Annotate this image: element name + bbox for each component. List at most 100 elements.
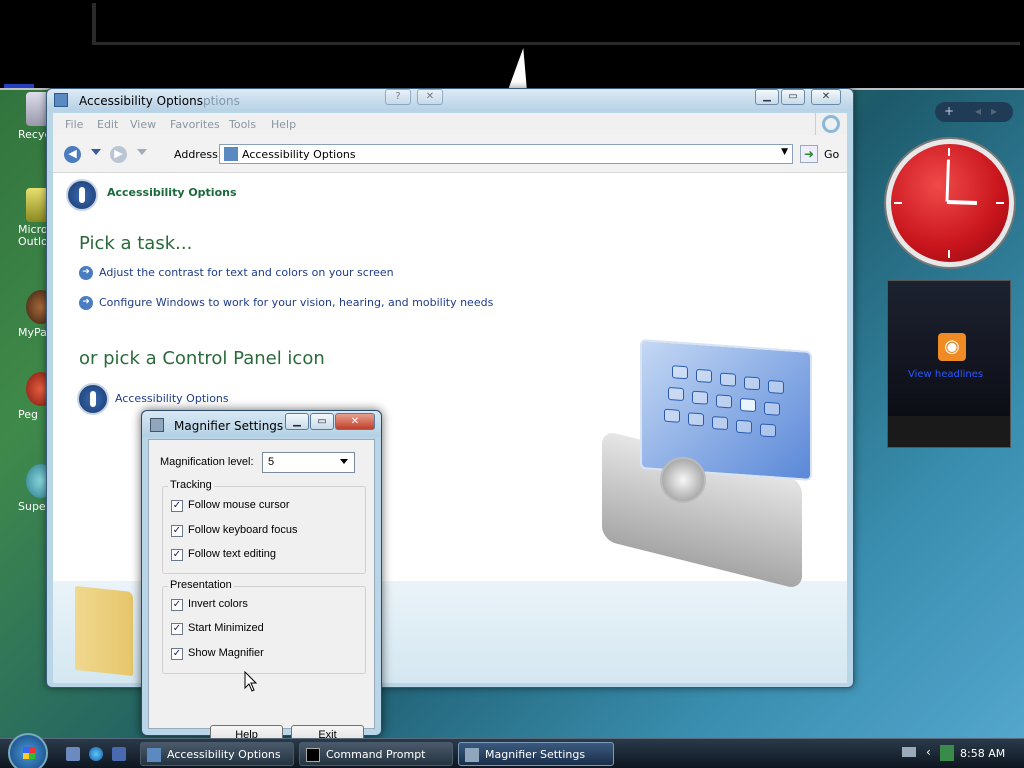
start-button[interactable] (8, 733, 48, 768)
desktop-icon-label: MyPa (18, 326, 47, 339)
control-panel-icon (147, 748, 161, 762)
task-link-text: Adjust the contrast for text and colors … (99, 266, 394, 279)
back-button[interactable]: ◀ (64, 146, 81, 163)
magnification-level-label: Magnification level: (160, 456, 254, 468)
keypad-key (692, 390, 708, 405)
taskbar-item-label: Magnifier Settings (485, 748, 586, 761)
dialog-maximize-button[interactable]: ▭ (310, 413, 334, 430)
add-gadget-button[interactable]: + (944, 104, 954, 118)
dialog-titlebar[interactable]: Magnifier Settings ▁ ▭ ✕ (142, 411, 381, 437)
chevron-down-icon (340, 459, 348, 464)
pick-icon-heading: or pick a Control Panel icon (79, 348, 325, 369)
keypad-key (720, 372, 736, 387)
minimize-button[interactable]: ▁ (755, 89, 779, 105)
throbber (815, 113, 847, 135)
network-icon[interactable] (940, 745, 954, 761)
clock-gadget[interactable] (886, 139, 1014, 267)
mouse-pointer-icon (244, 671, 258, 692)
keypad-key (744, 376, 760, 391)
checkbox-label: Show Magnifier (188, 647, 264, 659)
internet-explorer-icon[interactable] (89, 747, 103, 761)
forward-button[interactable]: ▶ (110, 146, 127, 163)
menu-view[interactable]: View (130, 118, 156, 131)
menu-file[interactable]: File (65, 118, 83, 131)
address-dropdown-icon[interactable]: ▼ (781, 147, 788, 157)
task-link-configure[interactable]: ➜ Configure Windows to work for your visi… (79, 296, 493, 312)
prev-gadget-button[interactable]: ◂ (975, 104, 981, 118)
forward-dropdown-icon[interactable] (137, 149, 147, 155)
tray-clock[interactable]: 8:58 AM (960, 747, 1005, 760)
minute-hand (945, 159, 950, 202)
clock-tick (948, 148, 950, 156)
maximize-button[interactable]: ▭ (781, 89, 805, 105)
dialog-minimize-button[interactable]: ▁ (285, 413, 309, 430)
desktop-icon-label: Peg (18, 408, 38, 421)
checkbox-label: Follow mouse cursor (188, 499, 290, 511)
menu-help[interactable]: Help (271, 118, 296, 131)
dialog-close-button[interactable]: ✕ (335, 413, 375, 430)
presentation-group-label: Presentation (168, 579, 234, 591)
address-page-icon (224, 147, 238, 161)
control-panel-icon-label[interactable]: Accessibility Options (115, 392, 229, 405)
tracking-group: Tracking ✓ Follow mouse cursor ✓ Follow … (162, 479, 366, 574)
keyboard-icon[interactable] (902, 747, 916, 757)
magnified-fragment (4, 84, 34, 88)
command-prompt-icon (306, 748, 320, 762)
menu-favorites[interactable]: Favorites (170, 118, 220, 131)
keypad-key (712, 416, 728, 431)
address-bar[interactable]: Accessibility Options ▼ (219, 144, 793, 164)
magnifier-icon (465, 748, 479, 762)
checkbox-label: Invert colors (188, 598, 248, 610)
go-arrow-icon[interactable]: ➜ (800, 145, 818, 163)
menu-tools[interactable]: Tools (229, 118, 256, 131)
back-dropdown-icon[interactable] (91, 149, 101, 155)
illustration-keypad (640, 338, 812, 482)
close-button[interactable]: ✕ (811, 89, 841, 105)
folder-icon (75, 585, 133, 677)
feed-headlines-gadget[interactable]: ◉ View headlines (887, 280, 1011, 448)
switch-windows-icon[interactable] (112, 747, 126, 761)
task-arrow-icon: ➜ (79, 266, 93, 280)
rss-icon: ◉ (938, 333, 966, 361)
taskbar-item-magnifier-settings[interactable]: Magnifier Settings (458, 742, 614, 766)
tracking-group-label: Tracking (168, 479, 214, 491)
accessibility-illustration (602, 338, 832, 590)
magnifier-icon (150, 418, 164, 432)
taskbar-item-label: Accessibility Options (167, 748, 281, 761)
next-gadget-button[interactable]: ▸ (991, 104, 997, 118)
keypad-key (716, 394, 732, 409)
keypad-key (696, 368, 712, 384)
address-value: Accessibility Options (242, 148, 356, 161)
checkbox-label: Follow text editing (188, 548, 277, 560)
show-hidden-icons-button[interactable]: ‹ (926, 745, 931, 759)
keypad-key (672, 365, 688, 380)
busy-indicator-icon (822, 115, 840, 133)
keypad-key (764, 401, 780, 416)
menu-edit[interactable]: Edit (97, 118, 118, 131)
illustration-knob (660, 457, 706, 503)
checkbox-box: ✓ (171, 648, 183, 660)
checkbox-label: Start Minimized (188, 622, 264, 634)
keypad-key (664, 408, 680, 423)
show-desktop-icon[interactable] (66, 747, 80, 761)
ghost-close-button: ✕ (417, 89, 443, 105)
ghost-help-button: ? (385, 89, 411, 105)
magnification-level-select[interactable]: 5 (262, 452, 355, 473)
dialog-title: Magnifier Settings (174, 419, 284, 433)
view-headlines-link[interactable]: View headlines (908, 369, 983, 380)
taskbar-item-command-prompt[interactable]: Command Prompt (299, 742, 453, 766)
checkbox-box: ✓ (171, 623, 183, 635)
clock-tick (894, 202, 902, 204)
window-titlebar[interactable]: Accessibility Optionsptions ? ✕ ▁ ▭ ✕ (47, 89, 853, 111)
accessibility-options-icon[interactable] (77, 383, 109, 415)
taskbar-item-label: Command Prompt (326, 748, 426, 761)
address-toolbar: ◀ ▶ Address Accessibility Options ▼ ➜ Go (53, 135, 847, 173)
task-link-contrast[interactable]: ➜ Adjust the contrast for text and colors… (79, 266, 394, 282)
windows-logo-icon (23, 747, 35, 759)
checkbox-box: ✓ (171, 599, 183, 611)
notification-area: ‹ 8:58 AM (894, 742, 1024, 766)
keypad-key (688, 412, 704, 427)
taskbar-item-accessibility-options[interactable]: Accessibility Options (140, 742, 294, 766)
go-button[interactable]: Go (824, 148, 839, 161)
checkbox-box: ✓ (171, 525, 183, 537)
